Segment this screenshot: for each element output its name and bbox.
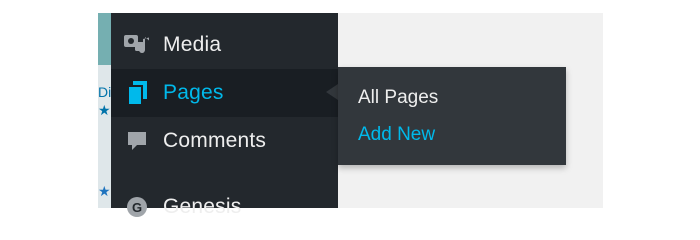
genesis-icon: G [123,193,151,221]
pages-submenu-flyout: All Pages Add New [338,67,566,165]
strip-text-line: Di [98,84,112,100]
flyout-pointer [326,84,338,100]
strip-image [98,13,111,65]
media-icon [123,31,151,59]
pages-icon [123,79,151,107]
menu-item-comments[interactable]: Comments [111,117,338,165]
menu-item-label: Genesis [163,195,242,218]
submenu-item-add-new[interactable]: Add New [358,124,435,146]
menu-item-label: Comments [163,129,267,152]
menu-item-label: Media [163,33,222,56]
submenu-item-all-pages[interactable]: All Pages [358,87,438,109]
comments-icon [123,127,151,155]
genesis-icon-letter: G [127,197,147,217]
admin-menu: Media Pages Comments G Genesis [111,13,338,218]
menu-item-pages[interactable]: Pages [111,69,338,117]
menu-item-media[interactable]: Media [111,21,338,69]
menu-item-genesis[interactable]: G Genesis [111,183,338,231]
strip-bottom-star: ★ [98,183,111,199]
screenshot-canvas: Di ★ ★ Media Pages Comments G Genesis Al… [0,0,700,221]
menu-item-label: Pages [163,81,224,104]
strip-star: ★ [98,102,111,118]
strip-text: Di ★ [98,83,111,119]
page-behind-strip: Di ★ ★ [98,13,111,208]
